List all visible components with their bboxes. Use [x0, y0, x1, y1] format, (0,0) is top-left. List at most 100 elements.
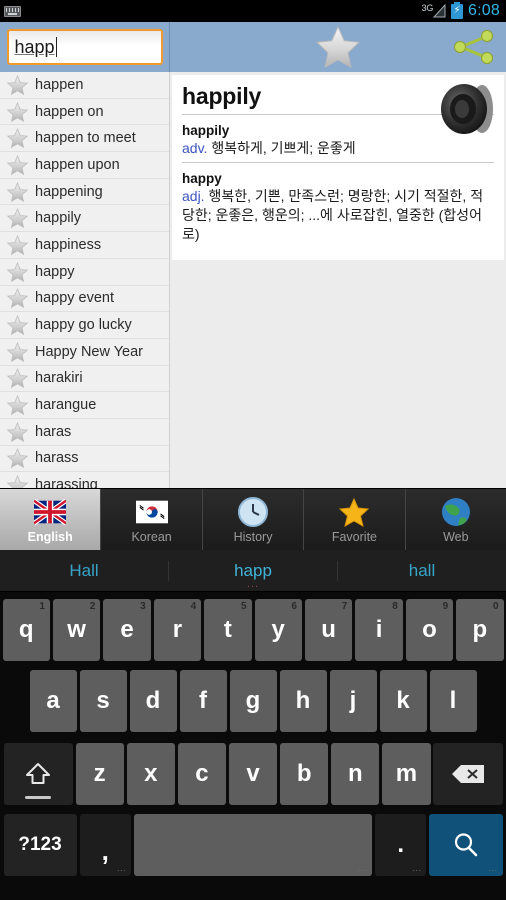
- key-o[interactable]: 9o: [405, 598, 454, 661]
- favorite-star-icon[interactable]: [7, 74, 28, 95]
- key-n[interactable]: n: [331, 743, 380, 805]
- key-label: y: [271, 615, 285, 643]
- key-e[interactable]: 3e: [103, 598, 151, 661]
- list-item-label: happen: [35, 76, 84, 93]
- status-bar-left: [4, 5, 21, 17]
- key-number-hint: 8: [392, 600, 398, 612]
- favorite-star-icon[interactable]: [7, 421, 28, 442]
- text-caret: [55, 37, 57, 57]
- key-k[interactable]: k: [379, 670, 427, 732]
- favorite-star-icon[interactable]: [7, 448, 28, 469]
- key-j[interactable]: j: [329, 670, 377, 732]
- key-c[interactable]: c: [177, 743, 226, 805]
- search-icon: [454, 833, 478, 857]
- key-d[interactable]: d: [129, 670, 177, 732]
- word-list[interactable]: happen happen on happen to meet happen u…: [0, 72, 170, 488]
- key-label: c: [195, 760, 209, 787]
- favorite-star-icon[interactable]: [7, 315, 28, 336]
- share-icon[interactable]: [452, 30, 496, 64]
- key-m[interactable]: m: [382, 743, 431, 805]
- key-label: b: [296, 760, 312, 787]
- list-item[interactable]: harassing: [0, 472, 169, 488]
- favorite-star-icon[interactable]: [7, 261, 28, 282]
- favorite-star-icon[interactable]: [7, 181, 28, 202]
- key-label: s: [96, 687, 110, 714]
- key-x[interactable]: x: [126, 743, 175, 805]
- keyboard-row-1: 1q2w3e4r5t6y7u8i9o0p: [0, 592, 506, 664]
- list-item[interactable]: haras: [0, 419, 169, 446]
- list-item[interactable]: happen to meet: [0, 125, 169, 153]
- uk-flag-icon: [34, 498, 67, 525]
- favorite-star-icon[interactable]: [7, 154, 28, 175]
- list-item-label: harangue: [35, 397, 97, 414]
- tab-history[interactable]: History: [202, 489, 305, 550]
- key-p[interactable]: 0p: [456, 598, 504, 661]
- tab-korean[interactable]: Korean: [101, 489, 203, 550]
- suggestion-bar[interactable]: Hall happ... hall: [0, 550, 506, 592]
- key-label: u: [321, 615, 336, 643]
- suggestion-item[interactable]: hall: [338, 561, 506, 581]
- tab-english[interactable]: English: [0, 489, 102, 550]
- list-item[interactable]: harangue: [0, 392, 169, 419]
- list-item[interactable]: happen: [0, 72, 169, 99]
- key-w[interactable]: 2w: [52, 598, 101, 661]
- shift-key[interactable]: [3, 743, 73, 805]
- speaker-icon[interactable]: [436, 81, 496, 137]
- key-label: q: [18, 615, 34, 643]
- key-s[interactable]: s: [79, 670, 127, 732]
- favorite-star-icon[interactable]: [7, 475, 28, 488]
- tab-web[interactable]: Web: [405, 489, 506, 550]
- bottom-tab-bar[interactable]: English Korean History Favorite Web: [0, 488, 506, 550]
- tab-label: History: [233, 529, 273, 544]
- space-key-dots: ...: [358, 863, 368, 873]
- favorite-star-icon[interactable]: [7, 288, 28, 309]
- key-r[interactable]: 4r: [153, 598, 202, 661]
- list-item[interactable]: harakiri: [0, 366, 169, 393]
- key-a[interactable]: a: [29, 670, 77, 732]
- backspace-key[interactable]: [433, 743, 503, 805]
- list-item[interactable]: happy go lucky: [0, 312, 169, 339]
- key-u[interactable]: 7u: [304, 598, 353, 661]
- list-item[interactable]: happiness: [0, 232, 169, 259]
- favorite-star-icon[interactable]: [7, 341, 28, 362]
- comma-key[interactable]: , ...: [79, 814, 131, 876]
- key-f[interactable]: f: [179, 670, 227, 732]
- list-item[interactable]: happily: [0, 205, 169, 233]
- suggestion-item[interactable]: happ...: [169, 560, 338, 590]
- favorite-star-icon[interactable]: [7, 395, 28, 416]
- favorite-star-icon[interactable]: [7, 128, 28, 149]
- symbols-key[interactable]: ?123: [3, 814, 77, 876]
- list-item-label: happiness: [35, 236, 102, 253]
- list-item[interactable]: happening: [0, 179, 169, 206]
- key-h[interactable]: h: [279, 670, 327, 732]
- comma-key-label: ,: [101, 835, 109, 866]
- favorite-star-icon[interactable]: [7, 234, 28, 255]
- favorite-star-icon[interactable]: [7, 101, 28, 122]
- list-item[interactable]: happen on: [0, 99, 169, 126]
- suggestion-item[interactable]: Hall: [0, 560, 169, 581]
- key-g[interactable]: g: [229, 670, 277, 732]
- period-key[interactable]: . ...: [375, 814, 427, 876]
- key-y[interactable]: 6y: [254, 598, 302, 661]
- list-item[interactable]: happen upon: [0, 152, 169, 179]
- search-key[interactable]: ...: [429, 814, 503, 876]
- key-q[interactable]: 1q: [2, 598, 50, 661]
- list-item[interactable]: Happy New Year: [0, 339, 169, 366]
- favorite-star-icon[interactable]: [7, 368, 28, 389]
- favorite-star-icon[interactable]: [7, 208, 28, 229]
- list-item[interactable]: happy: [0, 259, 169, 286]
- keyboard-row-4: ?123 , ... ... . ... ...: [0, 810, 506, 884]
- key-t[interactable]: 5t: [204, 598, 252, 661]
- key-b[interactable]: b: [280, 743, 329, 805]
- key-v[interactable]: v: [228, 743, 278, 805]
- space-key[interactable]: ...: [133, 814, 373, 876]
- keyboard-row-3: zxcvbnm: [0, 736, 506, 810]
- list-item[interactable]: happy event: [0, 286, 169, 313]
- key-l[interactable]: l: [429, 670, 477, 732]
- list-item[interactable]: harass: [0, 446, 169, 473]
- key-i[interactable]: 8i: [355, 598, 403, 661]
- favorite-star-icon[interactable]: [315, 25, 361, 69]
- tab-favorite[interactable]: Favorite: [304, 489, 406, 550]
- key-z[interactable]: z: [75, 743, 124, 805]
- search-input[interactable]: happ: [6, 29, 163, 65]
